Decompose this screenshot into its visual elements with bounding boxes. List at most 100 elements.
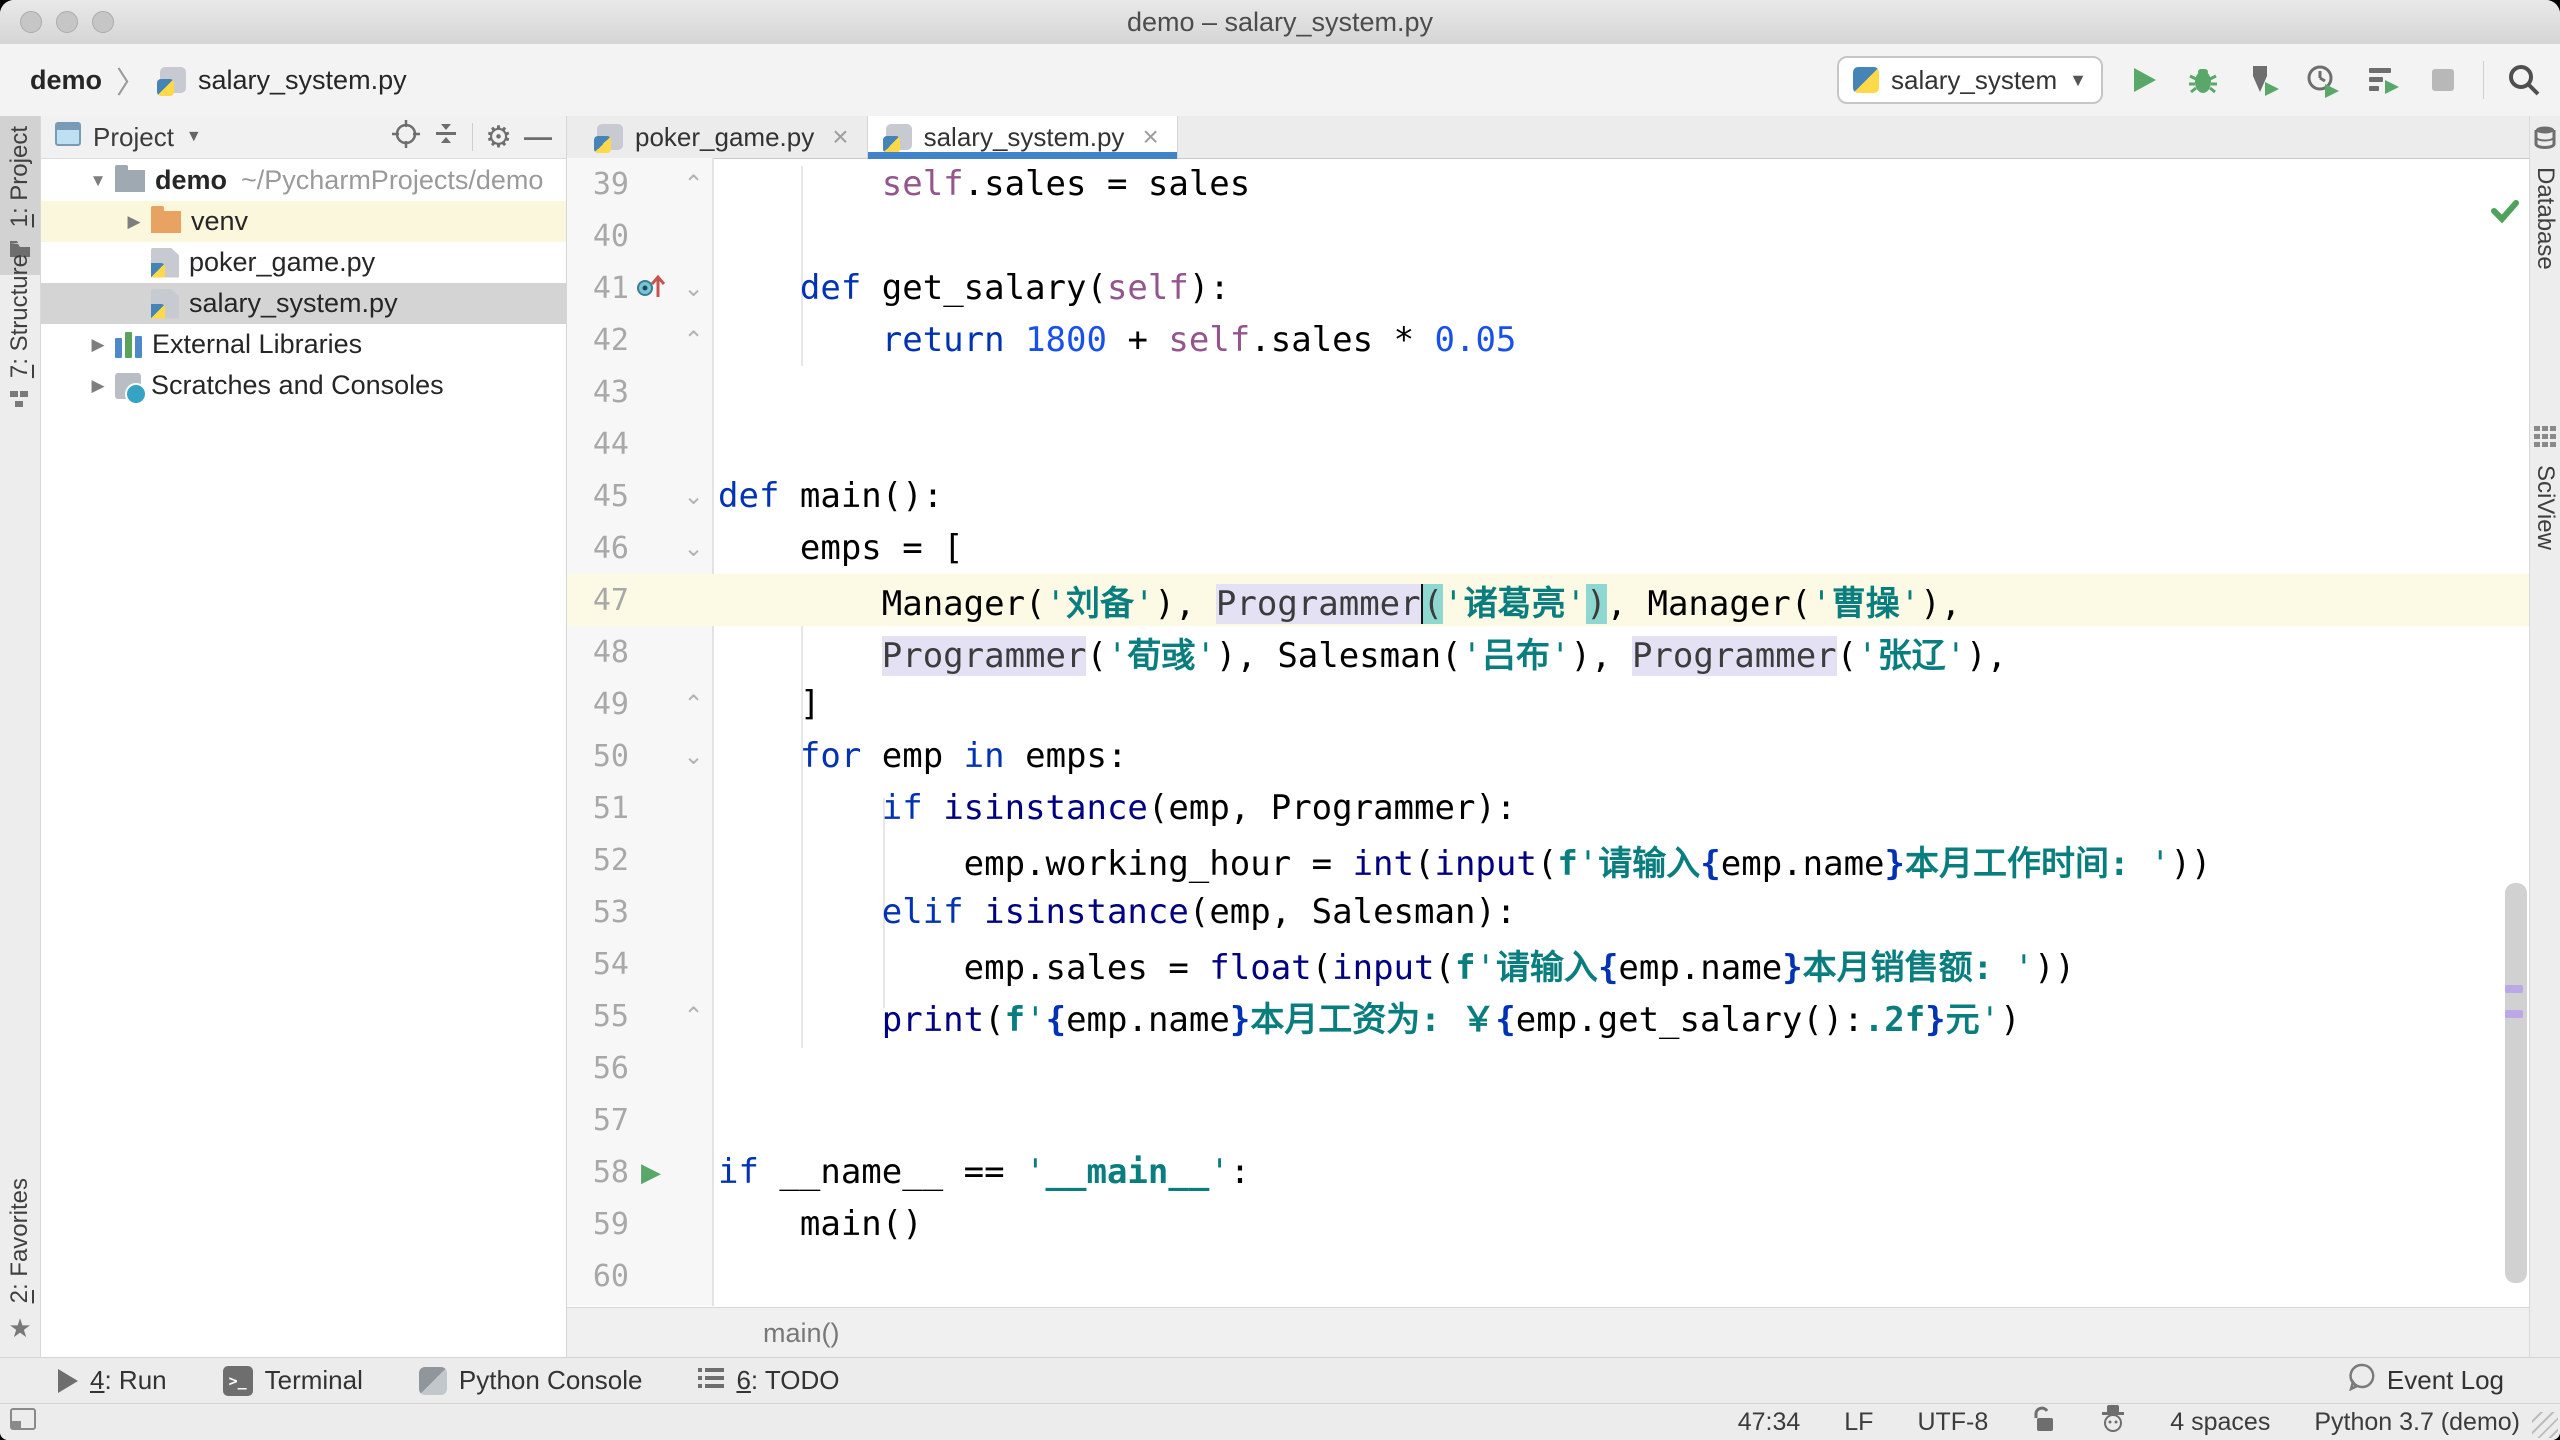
code-line-55[interactable]: 55 ⌃ print(f'{emp.name}本月工资为: ￥{emp.get_s… [567,990,2529,1042]
fold-marker-icon[interactable]: ⌃ [673,690,714,719]
code-line-45[interactable]: 45 ⌄ def main(): [567,470,2529,522]
event-log-button[interactable]: Event Log [2348,1363,2504,1398]
run-line-icon[interactable]: ▶ [641,1157,661,1187]
python-console-icon [418,1366,447,1395]
caret-position[interactable]: 47:34 [1738,1408,1801,1437]
tab-salary-system[interactable]: salary_system.py × [867,116,1178,159]
code-line-54[interactable]: 54 emp.sales = float(input(f'请输入{emp.nam… [567,938,2529,990]
fold-marker-icon[interactable]: ⌃ [673,170,714,199]
run-gutter-icon[interactable]: ▶ [629,1157,673,1188]
line-separator[interactable]: LF [1844,1408,1873,1437]
tree-item-label: demo [155,165,228,195]
tab-poker-game[interactable]: poker_game.py × [579,116,868,158]
star-icon: ★ [8,1313,32,1343]
run-with-coverage-button[interactable] [2243,60,2283,100]
line-number: 41 [592,270,629,306]
run-toolbar: salary_system ▼ [1837,44,2544,116]
fold-marker-icon[interactable]: ⌄ [673,534,714,563]
toolwindow-python-console[interactable]: Python Console [418,1365,642,1396]
code-line-43[interactable]: 43 [567,366,2529,418]
code-editor[interactable]: 39 ⌃ self.sales = sales 40 41 ⌄ def get_sala… [567,158,2529,1306]
inspections-ok-icon[interactable] [2489,194,2521,231]
tree-item-venv[interactable]: ▶ venv [41,201,566,242]
project-panel-title[interactable]: Project [93,122,174,153]
toolwindow-run[interactable]: 4: Run [58,1365,167,1396]
tree-item-external-libraries[interactable]: ▶ External Libraries [41,324,566,365]
toolwindow-quick-access-icon[interactable] [10,1407,36,1437]
locate-icon[interactable] [392,119,421,155]
code-line-44[interactable]: 44 [567,418,2529,470]
code-line-57[interactable]: 57 [567,1094,2529,1146]
tree-arrow-icon[interactable]: ▶ [121,212,147,232]
stop-button[interactable] [2423,60,2463,100]
toolwindow-todo[interactable]: 6: TODO [698,1365,840,1396]
breadcrumb-project[interactable]: demo [30,65,102,96]
sidebar-item-database[interactable]: Database [2530,116,2560,280]
tree-item-poker-game-py[interactable]: poker_game.py [41,242,566,283]
search-everywhere-icon[interactable] [2504,60,2544,100]
gear-icon[interactable]: ⚙ [485,120,512,155]
code-line-39[interactable]: 39 ⌃ self.sales = sales [567,158,2529,210]
editor-breadcrumb[interactable]: main() [567,1307,2529,1358]
code-lines: 39 ⌃ self.sales = sales 40 41 ⌄ def get_sala… [567,158,2529,1302]
sidebar-item-favorites[interactable]: 2: Favorites ★ [0,1168,40,1354]
editor-scrollbar[interactable] [2505,883,2527,1283]
run-configuration-select[interactable]: salary_system ▼ [1837,56,2103,104]
sidebar-item-structure[interactable]: 7: Structure [0,244,40,426]
tree-arrow-icon[interactable]: ▶ [85,376,111,396]
code-line-46[interactable]: 46 ⌄ emps = [ [567,522,2529,574]
collapse-all-icon[interactable] [432,120,460,155]
usage-stripe-mark[interactable] [2505,1010,2523,1018]
title-bar: demo – salary_system.py [0,0,2560,45]
line-number: 40 [592,218,629,254]
run-button[interactable] [2123,60,2163,100]
code-line-59[interactable]: 59 main() [567,1198,2529,1250]
tree-arrow-icon[interactable]: ▼ [85,171,111,191]
python-interpreter[interactable]: Python 3.7 (demo) [2314,1408,2520,1437]
tree-item-salary-system-py[interactable]: salary_system.py [41,283,566,324]
code-line-40[interactable]: 40 [567,210,2529,262]
code-line-56[interactable]: 56 [567,1042,2529,1094]
left-toolwindow-stripe: 1: Project 7: Structure 2: Favorites ★ [0,116,41,1358]
todo-list-icon [698,1365,725,1396]
code-line-48[interactable]: 48 Programmer('荀彧'), Salesman('吕布'), Pro… [567,626,2529,678]
sidebar-item-sciview[interactable]: SciView [2530,416,2560,560]
tree-item-demo[interactable]: ▼ demo ~/PycharmProjects/demo [41,160,566,201]
override-gutter-icon[interactable] [629,271,673,306]
code-line-49[interactable]: 49 ⌃ ] [567,678,2529,730]
concurrency-diagram-button[interactable] [2363,60,2403,100]
code-line-51[interactable]: 51 if isinstance(emp, Programmer): [567,782,2529,834]
code-line-47[interactable]: 47 Manager('刘备'), Programmer('诸葛亮'), Man… [567,574,2529,626]
code-line-52[interactable]: 52 emp.working_hour = int(input(f'请输入{em… [567,834,2529,886]
code-line-60[interactable]: 60 [567,1250,2529,1302]
debug-button[interactable] [2183,60,2223,100]
resize-grip[interactable] [2532,1412,2558,1438]
fold-marker-icon[interactable]: ⌄ [673,742,714,771]
fold-marker-icon[interactable]: ⌄ [673,274,714,303]
breadcrumb-main[interactable]: main() [763,1318,840,1349]
line-number: 60 [592,1258,629,1294]
hide-icon[interactable]: — [524,121,552,153]
toolwindow-terminal[interactable]: >_ Terminal [222,1365,363,1396]
fold-marker-icon[interactable]: ⌃ [673,326,714,355]
code-line-53[interactable]: 53 elif isinstance(emp, Salesman): [567,886,2529,938]
profile-button[interactable] [2303,60,2343,100]
code-line-58[interactable]: 58 ▶ if __name__ == '__main__': [567,1146,2529,1198]
file-encoding[interactable]: UTF-8 [1917,1408,1988,1437]
breadcrumb-file[interactable]: salary_system.py [198,65,407,96]
fold-marker-icon[interactable]: ⌃ [673,1002,714,1031]
tree-item-scratches-and-consoles[interactable]: ▶ Scratches and Consoles [41,365,566,406]
tree-arrow-icon[interactable]: ▶ [85,335,111,355]
code-line-42[interactable]: 42 ⌃ return 1800 + self.sales * 0.05 [567,314,2529,366]
close-icon[interactable]: × [832,121,848,153]
code-line-50[interactable]: 50 ⌄ for emp in emps: [567,730,2529,782]
unlock-icon[interactable] [2032,1405,2056,1440]
chevron-down-icon[interactable]: ▼ [186,128,202,146]
indent-setting[interactable]: 4 spaces [2170,1408,2270,1437]
hector-icon[interactable] [2100,1404,2126,1440]
usage-stripe-mark[interactable] [2505,985,2523,993]
code-line-41[interactable]: 41 ⌄ def get_salary(self): [567,262,2529,314]
close-icon[interactable]: × [1142,121,1158,153]
run-toolwindow-icon [58,1368,78,1393]
fold-marker-icon[interactable]: ⌄ [673,482,714,511]
